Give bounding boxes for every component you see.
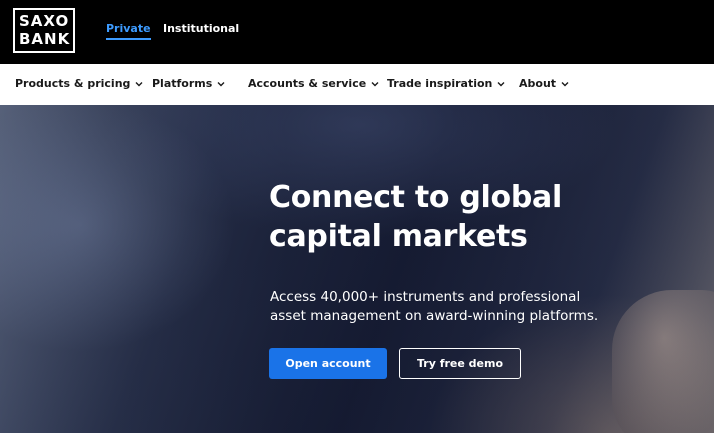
nav-item-products-pricing[interactable]: Products & pricing bbox=[15, 77, 144, 90]
logo-line-1: SAXO bbox=[19, 12, 70, 30]
chevron-down-icon bbox=[560, 79, 570, 89]
main-navigation: Products & pricing Platforms Accounts & … bbox=[0, 64, 714, 105]
nav-item-about[interactable]: About bbox=[519, 77, 570, 90]
nav-item-label: Platforms bbox=[152, 77, 213, 90]
chevron-down-icon bbox=[216, 79, 226, 89]
segment-institutional-link[interactable]: Institutional bbox=[163, 22, 239, 35]
nav-item-trade-inspiration[interactable]: Trade inspiration bbox=[387, 77, 506, 90]
nav-item-label: About bbox=[519, 77, 557, 90]
chevron-down-icon bbox=[496, 79, 506, 89]
nav-item-label: Accounts & service bbox=[248, 77, 367, 90]
nav-item-label: Products & pricing bbox=[15, 77, 131, 90]
logo-line-2: BANK bbox=[19, 30, 71, 48]
top-bar: SAXO BANK Private Institutional bbox=[0, 0, 714, 64]
segment-private-link[interactable]: Private bbox=[106, 22, 151, 40]
hero-subtext: Access 40,000+ instruments and professio… bbox=[270, 288, 630, 326]
nav-item-platforms[interactable]: Platforms bbox=[152, 77, 226, 90]
chevron-down-icon bbox=[370, 79, 380, 89]
subtext-line-1: Access 40,000+ instruments and professio… bbox=[270, 289, 581, 305]
headline-line-1: Connect to global bbox=[269, 180, 562, 215]
hero-banner bbox=[0, 105, 714, 433]
hero-headline: Connect to global capital markets bbox=[269, 178, 689, 256]
nav-item-accounts-service[interactable]: Accounts & service bbox=[248, 77, 380, 90]
try-free-demo-button[interactable]: Try free demo bbox=[399, 348, 521, 379]
saxo-bank-logo[interactable]: SAXO BANK bbox=[13, 8, 75, 53]
nav-item-label: Trade inspiration bbox=[387, 77, 493, 90]
headline-line-2: capital markets bbox=[269, 219, 528, 254]
subtext-line-2: asset management on award-winning platfo… bbox=[270, 308, 599, 324]
hero-overlay bbox=[0, 105, 714, 433]
chevron-down-icon bbox=[134, 79, 144, 89]
open-account-button[interactable]: Open account bbox=[269, 348, 387, 379]
